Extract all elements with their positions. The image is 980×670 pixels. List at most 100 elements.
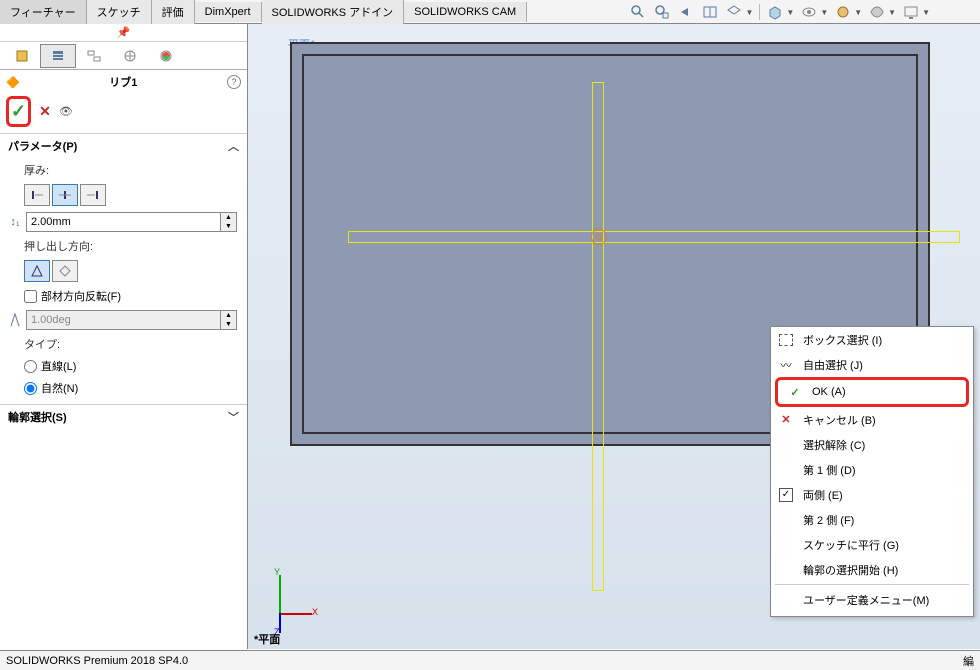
ctx-cancel[interactable]: ✕ キャンセル (B) (771, 407, 973, 432)
type-natural-radio[interactable] (24, 382, 37, 395)
ok-button[interactable]: ✓ (11, 101, 26, 121)
ctx-both[interactable]: ✓ 両側 (E) (771, 482, 973, 507)
display-style-icon[interactable] (766, 3, 784, 21)
check-icon: ✓ (786, 386, 804, 399)
ctx-side1[interactable]: 第 1 側 (D) (771, 457, 973, 482)
tab-evaluate[interactable]: 評価 (152, 0, 195, 24)
tab-feature[interactable]: フィーチャー (0, 0, 87, 24)
thickness-both-button[interactable] (52, 184, 78, 206)
dropdown-icon[interactable]: ▼ (922, 8, 930, 17)
fm-tab-feature[interactable] (4, 44, 40, 68)
hide-show-icon[interactable] (800, 3, 818, 21)
section-parameters[interactable]: パラメータ(P) ︿ (0, 133, 247, 158)
tab-sketch[interactable]: スケッチ (87, 0, 152, 24)
prev-view-icon[interactable] (677, 3, 695, 21)
ctx-user-menu-label: ユーザー定義メニュー(M) (803, 592, 929, 608)
dir-parallel-button[interactable] (24, 260, 50, 282)
thickness-input[interactable] (26, 212, 221, 232)
dropdown-icon[interactable]: ▼ (820, 8, 828, 17)
type-natural-row[interactable]: 自然(N) (24, 380, 237, 396)
display-settings-icon[interactable] (902, 3, 920, 21)
chevron-up-icon: ︿ (228, 138, 239, 154)
section-contour[interactable]: 輪郭選択(S) ﹀ (0, 404, 247, 429)
type-linear-row[interactable]: 直線(L) (24, 358, 237, 374)
cancel-button[interactable]: ✕ (39, 103, 51, 120)
box-select-icon (777, 334, 795, 346)
thickness-icon: ↕₁ (4, 216, 26, 228)
thickness-label: 厚み: (24, 162, 237, 178)
ctx-contour-start-label: 輪郭の選択開始 (H) (803, 562, 898, 578)
section-view-icon[interactable] (701, 3, 719, 21)
rib-vertical (592, 82, 604, 591)
fm-tab-row (0, 42, 247, 70)
pm-title: リブ1 (109, 74, 137, 90)
thickness-direction-row (24, 184, 237, 206)
checked-icon: ✓ (777, 488, 795, 502)
scene-icon[interactable] (868, 3, 886, 21)
ctx-ok-label: OK (A) (812, 386, 846, 398)
dropdown-icon[interactable]: ▼ (745, 8, 753, 17)
flip-material-row[interactable]: 部材方向反転(F) (24, 288, 237, 304)
section-contour-label: 輪郭選択(S) (8, 409, 67, 425)
flip-material-checkbox[interactable] (24, 290, 37, 303)
zoom-fit-icon[interactable] (629, 3, 647, 21)
ctx-cancel-label: キャンセル (B) (803, 412, 876, 428)
dropdown-icon[interactable]: ▼ (786, 8, 794, 17)
type-linear-label: 直線(L) (41, 358, 76, 374)
type-natural-label: 自然(N) (41, 380, 78, 396)
draft-icon[interactable] (4, 312, 26, 328)
origin-icon (591, 229, 607, 245)
ctx-free-select[interactable]: 〰 自由選択 (J) (771, 352, 973, 377)
thickness-right-button[interactable] (80, 184, 106, 206)
tab-dimxpert[interactable]: DimXpert (195, 2, 262, 22)
help-icon[interactable]: ? (227, 75, 241, 89)
lasso-icon: 〰 (777, 357, 795, 373)
thickness-spinner[interactable]: ▲▼ (221, 212, 237, 232)
draft-input (26, 310, 221, 330)
ctx-side1-label: 第 1 側 (D) (803, 462, 856, 478)
thickness-left-button[interactable] (24, 184, 50, 206)
view-orientation-icon[interactable] (725, 3, 743, 21)
fm-tab-config[interactable] (76, 44, 112, 68)
section-parameters-label: パラメータ(P) (8, 138, 77, 154)
fm-tab-appearance[interactable] (148, 44, 184, 68)
appearance-icon[interactable] (834, 3, 852, 21)
fm-tab-pm[interactable] (40, 44, 76, 68)
status-bar: SOLIDWORKS Premium 2018 SP4.0 編 (0, 650, 980, 670)
menu-separator (775, 584, 969, 585)
status-version: SOLIDWORKS Premium 2018 SP4.0 (6, 655, 188, 667)
ctx-parallel[interactable]: スケッチに平行 (G) (771, 532, 973, 557)
ctx-side2-label: 第 2 側 (F) (803, 512, 854, 528)
axis-x-label: X (312, 607, 318, 617)
dir-normal-button[interactable] (52, 260, 78, 282)
view-triad[interactable]: X Y Z (256, 571, 316, 631)
ctx-deselect[interactable]: 選択解除 (C) (771, 432, 973, 457)
preview-icon[interactable]: 👁 (59, 105, 73, 118)
ctx-side2[interactable]: 第 2 側 (F) (771, 507, 973, 532)
ctx-deselect-label: 選択解除 (C) (803, 437, 865, 453)
fm-tab-dim[interactable] (112, 44, 148, 68)
tab-addins[interactable]: SOLIDWORKS アドイン (262, 0, 405, 24)
pin-icon[interactable]: 📌 (0, 24, 247, 42)
flip-material-label: 部材方向反転(F) (41, 288, 121, 304)
feature-icon: 🔶 (6, 76, 20, 89)
zoom-area-icon[interactable] (653, 3, 671, 21)
status-right: 編 (963, 653, 974, 669)
dropdown-icon[interactable]: ▼ (854, 8, 862, 17)
ctx-both-label: 両側 (E) (803, 487, 843, 503)
extrude-dir-label: 押し出し方向: (24, 238, 237, 254)
ctx-contour-start[interactable]: 輪郭の選択開始 (H) (771, 557, 973, 582)
ok-highlight: ✓ (6, 96, 31, 127)
type-linear-radio[interactable] (24, 360, 37, 373)
view-toolbar: ▼ ▼ ▼ ▼ ▼ ▼ (629, 3, 930, 21)
current-plane-label: *平面 (254, 631, 280, 647)
draft-spinner: ▲▼ (221, 310, 237, 330)
ctx-free-select-label: 自由選択 (J) (803, 357, 863, 373)
dropdown-icon[interactable]: ▼ (888, 8, 896, 17)
rib-horizontal (348, 231, 960, 243)
tab-cam[interactable]: SOLIDWORKS CAM (404, 2, 527, 22)
ctx-user-menu[interactable]: ユーザー定義メニュー(M) (771, 587, 973, 612)
ctx-parallel-label: スケッチに平行 (G) (803, 537, 899, 553)
ctx-ok[interactable]: ✓ OK (A) (780, 380, 964, 404)
ctx-box-select[interactable]: ボックス選択 (I) (771, 327, 973, 352)
